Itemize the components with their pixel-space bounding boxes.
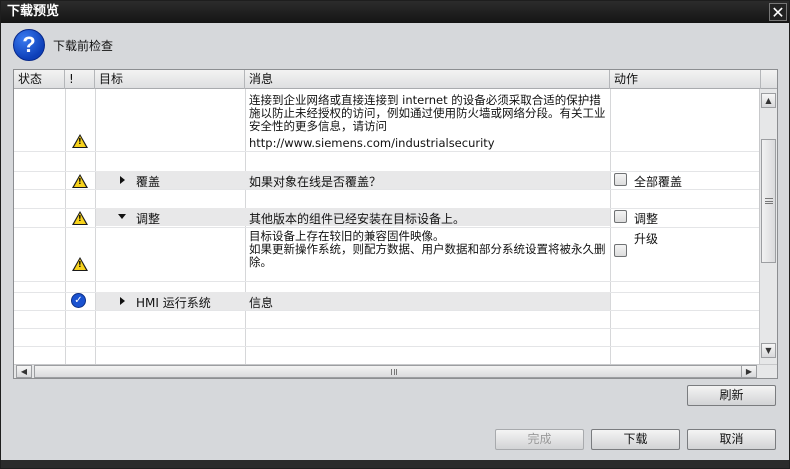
check-table: 状态 ! 目标 消息 动作 ! 连接到企业网络或直接连接到 internet 的…: [13, 69, 778, 379]
row-divider: [14, 310, 759, 311]
vertical-scrollbar[interactable]: ▲ ▼: [759, 89, 777, 364]
download-button[interactable]: 下载: [591, 429, 680, 450]
header-title: 下载前检查: [53, 39, 114, 53]
download-preview-dialog: 下载预览 ✕ ? 下载前检查 状态 ! 目标 消息 动作 ! 连接到企业网络或直…: [0, 0, 790, 469]
column-header-status[interactable]: 状态: [14, 70, 65, 89]
security-message: 连接到企业网络或直接连接到 internet 的设备必须采取合适的保护措施以防止…: [249, 93, 606, 133]
warning-icon: !: [72, 134, 88, 148]
adjust-label: 调整: [634, 212, 659, 226]
warning-icon: !: [72, 174, 88, 188]
scroll-right-button[interactable]: ▶: [741, 365, 757, 378]
grip-icon: [391, 369, 397, 375]
row-divider: [14, 151, 759, 152]
table-header: 状态 ! 目标 消息 动作: [14, 70, 777, 89]
horizontal-scrollbar[interactable]: ◀ ▶: [14, 364, 777, 378]
warning-icon: !: [72, 211, 88, 225]
upgrade-label: 升级: [634, 232, 659, 246]
expand-arrow-icon[interactable]: [120, 176, 125, 184]
vertical-scroll-thumb[interactable]: [761, 139, 776, 263]
hmi-message: 信息: [249, 296, 274, 310]
overwrite-message: 如果对象在线是否覆盖？: [249, 175, 382, 189]
collapse-arrow-icon[interactable]: [118, 214, 126, 219]
adjust-message: 其他版本的组件已经安装在目标设备上。: [249, 212, 466, 226]
finish-button[interactable]: 完成: [495, 429, 584, 450]
taskbar-strip: [1, 460, 789, 468]
target-adjust: 调整: [136, 212, 161, 226]
expand-arrow-icon[interactable]: [120, 297, 125, 305]
question-icon: ?: [13, 29, 45, 61]
column-header-filler: [761, 70, 777, 89]
firmware-message: 目标设备上存在较旧的兼容固件映像。 如果更新操作系统，则配方数据、用户数据和部分…: [249, 229, 606, 269]
row-divider: [14, 328, 759, 329]
close-button[interactable]: ✕: [769, 3, 787, 21]
horizontal-scroll-thumb[interactable]: [34, 365, 754, 378]
overwrite-all-label: 全部覆盖: [634, 175, 683, 189]
refresh-button[interactable]: 刷新: [687, 385, 776, 406]
dialog-title: 下载预览: [7, 4, 60, 19]
target-hmi-runtime: HMI 运行系统: [136, 296, 211, 310]
column-header-bang[interactable]: !: [65, 70, 95, 89]
check-ok-icon: ✓: [71, 293, 86, 308]
target-overwrite: 覆盖: [136, 175, 161, 189]
cancel-button[interactable]: 取消: [687, 429, 776, 450]
warning-icon: !: [72, 257, 88, 271]
row-divider: [14, 227, 759, 228]
column-header-target[interactable]: 目标: [95, 70, 245, 89]
column-header-action[interactable]: 动作: [610, 70, 761, 89]
security-link[interactable]: http://www.siemens.com/industrialsecurit…: [249, 136, 495, 150]
overwrite-all-checkbox[interactable]: [614, 173, 627, 186]
dialog-titlebar: 下载预览 ✕: [1, 1, 789, 23]
grip-icon: [765, 198, 773, 204]
adjust-checkbox[interactable]: [614, 210, 627, 223]
row-divider: [14, 346, 759, 347]
scroll-up-button[interactable]: ▲: [761, 93, 776, 108]
scroll-down-button[interactable]: ▼: [761, 343, 776, 358]
upgrade-checkbox[interactable]: [614, 244, 627, 257]
scroll-left-button[interactable]: ◀: [16, 365, 32, 378]
column-header-message[interactable]: 消息: [245, 70, 610, 89]
row-divider: [14, 281, 759, 282]
